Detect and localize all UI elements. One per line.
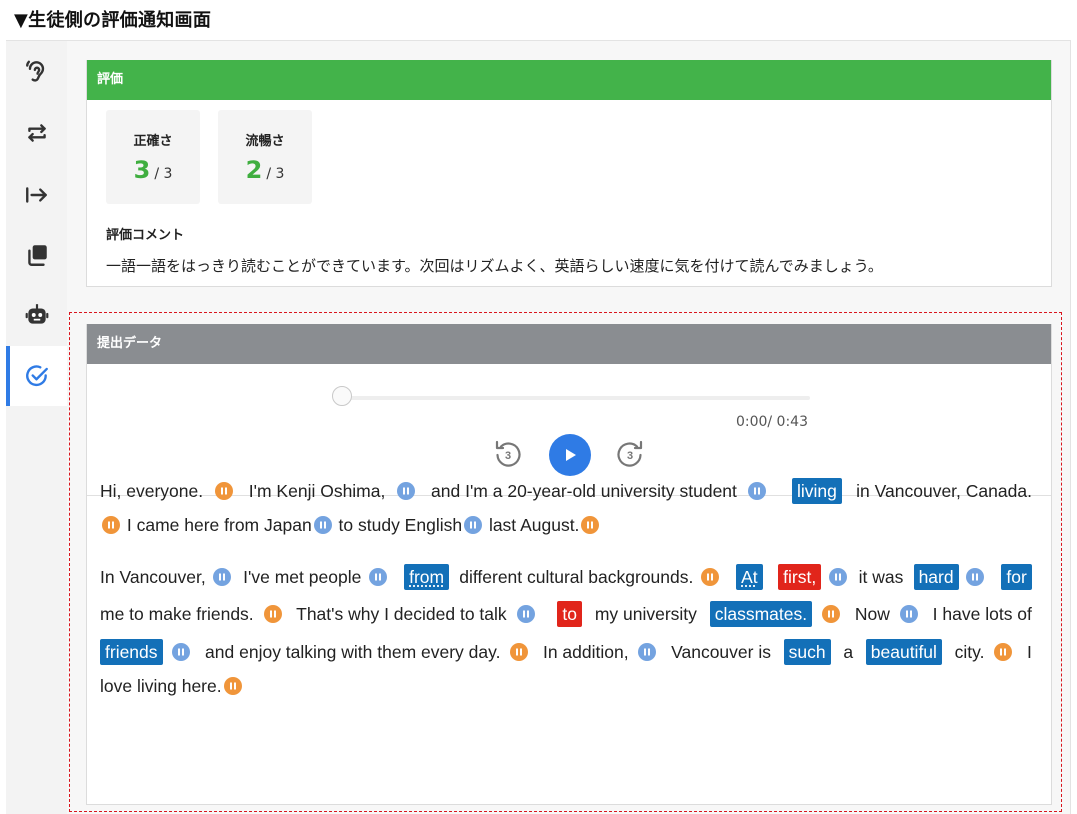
check-circle-icon (25, 365, 48, 387)
page-caption: ▼生徒側の評価通知画面 (14, 10, 212, 31)
score-label: 流暢さ (245, 134, 285, 149)
score-label: 正確さ (133, 134, 173, 149)
score-fluency: 流暢さ 2/ 3 (218, 110, 312, 204)
score-value: 3/ 3 (133, 156, 173, 184)
evaluation-card: 評価 正確さ 3/ 3 流暢さ 2/ 3 評価コメント 一語一語をはっきり読むこ… (86, 60, 1052, 287)
arrow-to-line-icon (25, 187, 47, 203)
score-accuracy: 正確さ 3/ 3 (106, 110, 200, 204)
sidebar-item-next[interactable] (6, 165, 67, 225)
copy-icon (27, 245, 47, 266)
sidebar-item-listening[interactable] (6, 41, 67, 101)
sidebar (6, 41, 67, 814)
sidebar-item-robot[interactable] (6, 285, 67, 345)
repeat-icon (27, 124, 46, 142)
highlight-frame (69, 312, 1062, 812)
sidebar-item-copy[interactable] (6, 225, 67, 285)
evaluation-header: 評価 (87, 60, 1051, 100)
ear-icon (25, 60, 44, 82)
sidebar-item-evaluation[interactable] (6, 346, 67, 406)
sidebar-item-repeat[interactable] (6, 103, 67, 163)
comment-label: 評価コメント (106, 228, 185, 243)
comment-text: 一語一語をはっきり読むことができています。次回はリズムよく、英語らしい速度に気を… (106, 257, 883, 275)
robot-icon (25, 304, 48, 324)
score-value: 2/ 3 (245, 156, 285, 184)
